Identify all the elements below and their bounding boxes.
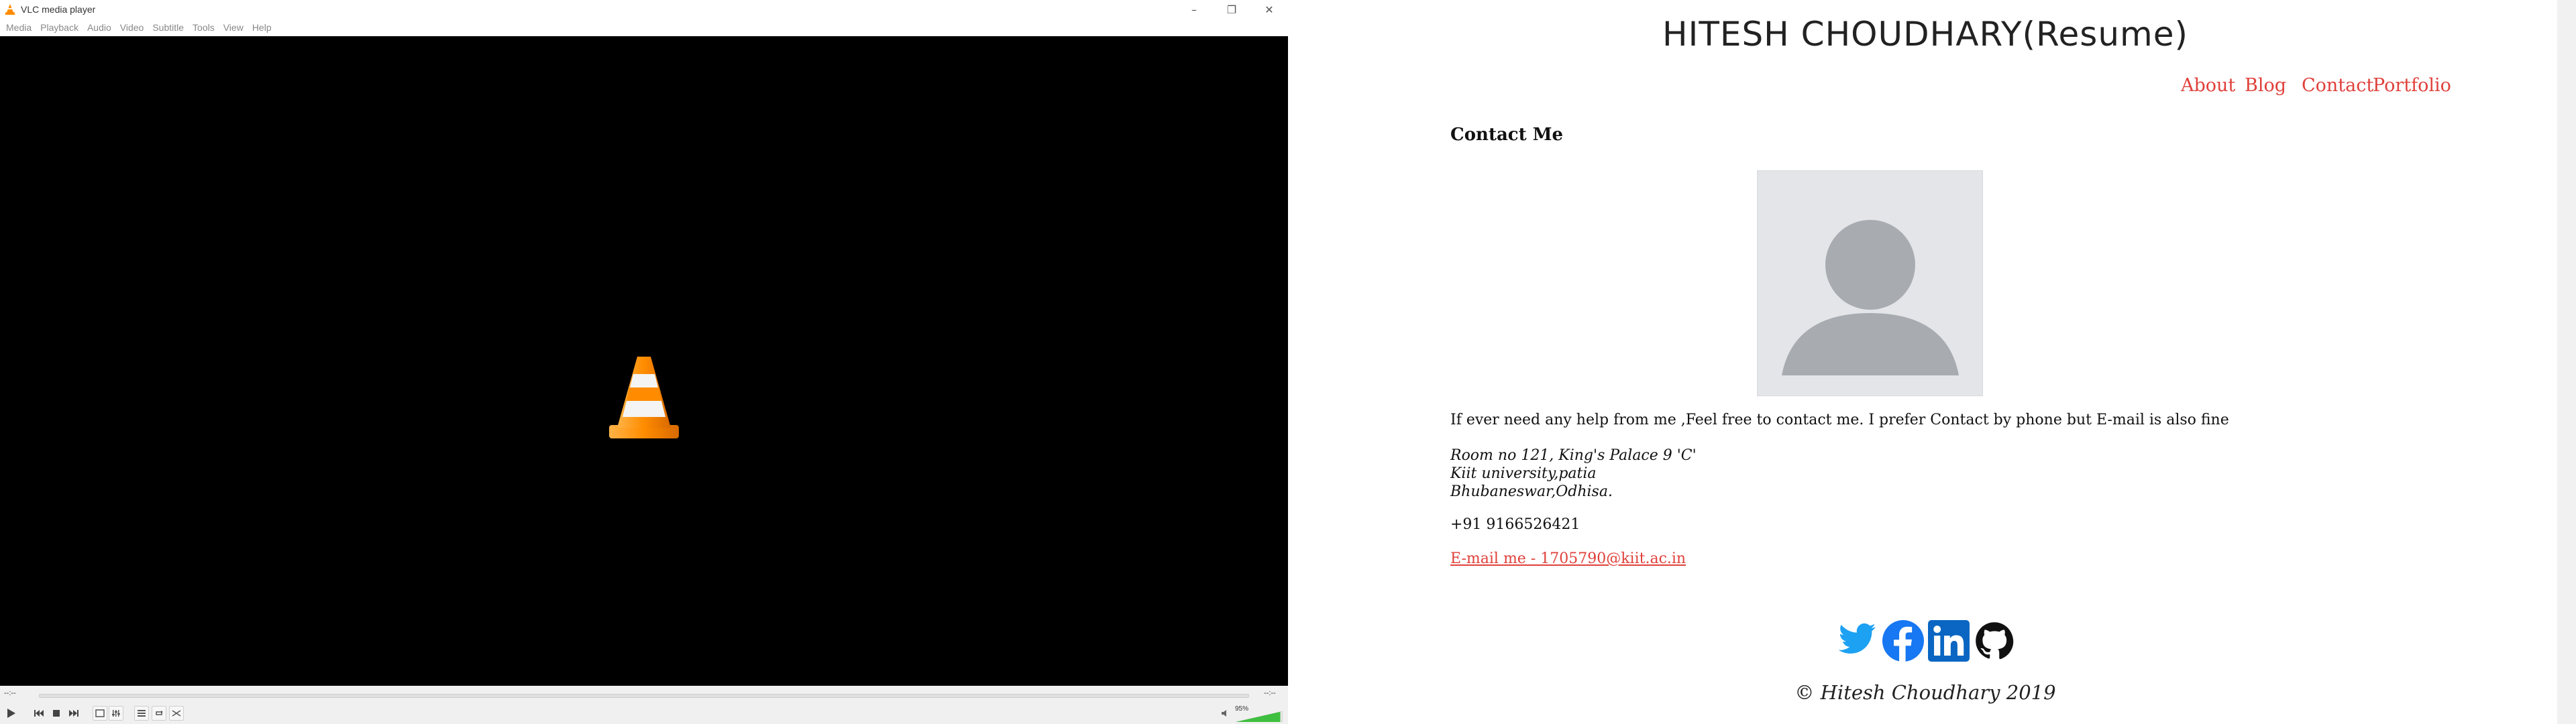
seek-row: --:-- --:-- [0,686,1288,703]
vlc-window: VLC media player – ❐ ✕ Media Playback Au… [0,0,1288,724]
site-footer: © Hitesh Choudhary 2019 [1794,681,2056,704]
menu-video[interactable]: Video [120,22,144,33]
playlist-icon [138,710,146,717]
shuffle-icon [172,710,181,717]
person-placeholder-icon [1782,220,1959,375]
avatar [1757,170,1983,396]
play-button[interactable] [2,706,19,721]
previous-button[interactable] [31,706,47,721]
control-bar: 95% [0,703,1288,724]
vlc-menubar: Media Playback Audio Video Subtitle Tool… [0,19,1288,36]
seek-slider[interactable] [39,694,1249,698]
extended-settings-button[interactable] [109,706,123,721]
menu-view[interactable]: View [223,22,244,33]
address-line-1: Room no 121, King's Palace 9 'C' [1450,447,1697,464]
page-scrollbar[interactable] [2557,0,2576,724]
play-icon [7,709,15,718]
facebook-link[interactable] [1880,618,1926,664]
close-button[interactable]: ✕ [1250,0,1288,19]
linkedin-link[interactable] [1926,618,1972,664]
social-links [1835,618,2017,664]
playlist-button[interactable] [134,706,149,721]
loop-button[interactable] [152,706,166,721]
stop-button[interactable] [48,706,64,721]
video-area[interactable] [0,36,1288,686]
twitter-icon [1838,623,1876,654]
menu-help[interactable]: Help [252,22,272,33]
nav-about[interactable]: About [2181,75,2235,96]
site-header: HITESH CHOUDHARY(Resume) [1288,15,2563,54]
menu-tools[interactable]: Tools [193,22,215,33]
fullscreen-icon [95,709,105,717]
total-time: --:-- [1264,689,1276,697]
contact-section: Contact Me If ever need any help from me… [1450,125,2390,567]
github-icon [1976,622,2014,660]
nav-blog[interactable]: Blog [2245,75,2286,96]
linkedin-icon [1928,620,1970,662]
window-title: VLC media player [21,4,96,15]
phone-number: +91 9166526421 [1450,516,1580,533]
shuffle-button[interactable] [169,706,184,721]
vlc-titlebar: VLC media player – ❐ ✕ [0,0,1288,19]
github-link[interactable] [1972,618,2017,664]
vlc-cone-icon [609,357,679,438]
menu-playback[interactable]: Playback [40,22,78,33]
equalizer-icon [112,710,120,717]
next-button[interactable] [66,706,82,721]
nav-contact[interactable]: Contact [2302,75,2373,96]
vlc-app-icon [5,3,15,15]
email-link[interactable]: E-mail me - 1705790@kiit.ac.in [1450,550,1686,567]
menu-subtitle[interactable]: Subtitle [152,22,184,33]
loop-icon [156,711,163,715]
menu-audio[interactable]: Audio [87,22,111,33]
address-line-3: Bhubaneswar,Odhisa. [1450,483,1613,500]
speaker-icon [1222,710,1226,717]
minimize-button[interactable]: – [1175,0,1213,19]
section-title: Contact Me [1450,125,1564,145]
nav-portfolio[interactable]: Portfolio [2373,75,2451,96]
postal-address: Room no 121, King's Palace 9 'C' Kiit un… [1450,446,1697,501]
site-title: HITESH CHOUDHARY(Resume) [1662,15,2189,54]
twitter-link[interactable] [1835,618,1880,664]
menu-media[interactable]: Media [6,22,32,33]
fullscreen-button[interactable] [93,706,107,721]
previous-icon [34,710,44,717]
address-line-2: Kiit university,patia [1450,465,1597,482]
contact-description: If ever need any help from me ,Feel free… [1450,412,2229,428]
next-icon [69,710,78,717]
resume-page: HITESH CHOUDHARY(Resume) About Blog Cont… [1288,0,2563,724]
facebook-icon [1882,620,1924,662]
restore-button[interactable]: ❐ [1213,0,1250,19]
volume-slider[interactable] [1236,711,1283,722]
elapsed-time: --:-- [4,689,16,697]
mute-button[interactable] [1218,706,1232,721]
stop-icon [53,710,60,717]
